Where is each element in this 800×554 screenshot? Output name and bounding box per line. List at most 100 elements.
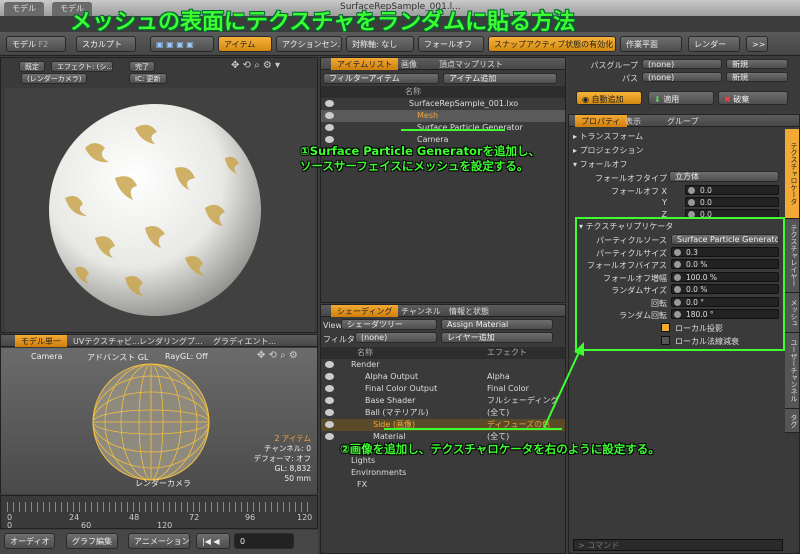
frame-field[interactable]: 0 [234,533,294,549]
section-falloff[interactable]: ▾ フォールオフ [573,159,628,171]
item-row-scene[interactable]: SurfaceRepSample_001.lxo [321,98,565,110]
window-tab-model[interactable]: モデル [4,2,44,16]
pass-dropdown[interactable]: (none) [642,72,722,82]
anim-dot-icon[interactable] [688,187,695,194]
tab-item-list[interactable]: アイテムリスト [331,58,399,70]
timeline-ruler[interactable] [7,502,313,512]
visibility-eye-icon[interactable] [325,421,334,428]
pass-group-new[interactable]: 新規 [726,59,788,69]
visibility-eye-icon[interactable] [325,385,334,392]
shader-row[interactable]: Environments [321,467,565,479]
anim-dot-icon[interactable] [674,311,681,318]
locator-field[interactable]: 0.0 ° [671,296,779,307]
camera-label[interactable]: Camera [31,352,62,361]
locator-field[interactable]: 0.3 [671,246,779,257]
visibility-eye-icon[interactable] [325,124,334,131]
visibility-eye-icon[interactable] [325,361,334,368]
anim-dot-icon[interactable] [688,199,695,206]
symmetry-button[interactable]: 対称軸: なし [346,36,414,52]
filter-items-dropdown[interactable]: フィルターアイテム [323,73,439,84]
visibility-eye-icon[interactable] [325,136,334,143]
tab-gradient[interactable]: グラディエント... [207,335,282,347]
visibility-eye-icon[interactable] [325,409,334,416]
visibility-eye-icon[interactable] [325,112,334,119]
discard-button[interactable]: ✖ 破棄 [718,91,788,105]
snap-button[interactable]: スナップアクティブ状態の有効化 [488,36,616,52]
render-canvas[interactable] [5,88,315,332]
section-texture-locator[interactable]: ▾ テクスチャリプリケータ [579,221,673,233]
shader-row[interactable]: Ball (マテリアル) (全て) [321,407,565,419]
falloff-type-dropdown[interactable]: 立方体 [669,171,779,182]
assign-material-button[interactable]: Assign Material [441,319,553,330]
tab-groups[interactable]: グループ [661,115,705,127]
visibility-eye-icon[interactable] [325,373,334,380]
visibility-eye-icon[interactable] [325,100,334,107]
auto-add-button[interactable]: ◉ 自動追加 [576,91,642,105]
item-row-particle-generator[interactable]: Surface Particle Generator [321,122,565,134]
item-row-mesh[interactable]: Mesh [321,110,565,122]
render-button[interactable]: レンダー [688,36,740,52]
shader-row[interactable]: Final Color Output Final Color [321,383,565,395]
section-projection[interactable]: ▸ プロジェクション [573,145,644,157]
render-camera-button[interactable]: (レンダーカメラ) [21,73,88,84]
anim-dot-icon[interactable] [674,248,681,256]
anim-dot-icon[interactable] [674,286,681,293]
effect-button[interactable]: エフェクト: (シ... [51,61,113,72]
tab-display[interactable]: 表示 [619,115,647,127]
anim-dot-icon[interactable] [674,261,681,268]
falloff-x-field[interactable]: 0.0 [685,185,779,195]
graph-editor-button[interactable]: グラフ編集 [66,533,118,549]
vtab-tags[interactable]: タグ [785,409,799,433]
local-proj-checkbox[interactable] [661,323,670,332]
wireframe-canvas[interactable]: Camera アドバンスト GL RayGL: Off ✥ ⟲ ⌕ ⚙ レンダー… [1,348,317,494]
filter-dropdown[interactable]: (none) [355,332,437,343]
locator-field[interactable]: 0.0 % [671,259,779,269]
sculpt-button[interactable]: スカルプト [76,36,136,52]
work-plane-button[interactable]: 作業平面 [620,36,682,52]
locator-field[interactable]: 180.0 ° [671,309,779,319]
visibility-eye-icon[interactable] [325,433,334,440]
model-button[interactable]: モデル F2 [6,36,66,52]
vtab-texture-locator[interactable]: テクスチャロケータ [785,129,799,219]
ic-update-button[interactable]: IC: 更新 [129,73,167,84]
viewport2-nav-icons[interactable]: ✥ ⟲ ⌕ ⚙ [257,350,298,361]
view-dropdown[interactable]: シェーダツリー [341,319,437,330]
shader-row[interactable]: Alpha Output Alpha [321,371,565,383]
more-button[interactable]: >> [746,36,768,52]
shader-row[interactable]: Render [321,359,565,371]
shader-row[interactable]: Base Shader フルシェーディング [321,395,565,407]
vtab-mesh[interactable]: メッシュ [785,293,799,333]
section-transform[interactable]: ▸ トランスフォーム [573,131,643,143]
selection-mode-icons[interactable]: ▣ ▣ ▣ ▣ [150,36,214,52]
tab-vertex-maps[interactable]: 頂点マップリスト [433,58,509,70]
pass-group-dropdown[interactable]: (none) [642,59,722,69]
timeline[interactable]: 0 24 48 72 96 120 0 60 120 [0,495,318,530]
apply-button[interactable]: ⬇ 適用 [648,91,714,105]
viewport-nav-icons[interactable]: ✥ ⟲ ⌕ ⚙ ▾ [231,60,280,71]
local-normal-checkbox[interactable] [661,336,670,345]
tab-channels[interactable]: チャンネル [395,305,447,317]
tab-render-preview[interactable]: レンダリングプ... [133,335,209,347]
locator-field[interactable]: 0.0 % [671,284,779,294]
locator-field[interactable]: 100.0 % [671,271,779,282]
done-button[interactable]: 完了 [129,61,155,72]
vtab-texture-layer[interactable]: テクスチャレイヤー [785,219,799,293]
action-center-button[interactable]: アクションセン... [276,36,342,52]
add-layer-dropdown[interactable]: レイヤー追加 [441,332,553,343]
add-item-dropdown[interactable]: アイテム追加 [443,73,557,84]
item-mode-button[interactable]: アイテム [218,36,272,52]
anim-dot-icon[interactable] [674,298,681,306]
tab-info[interactable]: 情報と状態 [443,305,495,317]
tab-shading[interactable]: シェーディング [331,305,399,317]
audio-button[interactable]: オーディオ [4,533,56,549]
falloff-y-field[interactable]: 0.0 [685,197,779,207]
preset-button[interactable]: 既定 [19,61,45,72]
particle-source-dropdown[interactable]: Surface Particle Generator [671,234,779,245]
tab-model-single[interactable]: モデル単一 [15,335,67,347]
falloff-button[interactable]: フォールオフ [418,36,484,52]
pass-new[interactable]: 新規 [726,72,788,82]
visibility-eye-icon[interactable] [325,397,334,404]
command-input[interactable]: > コマンド [573,539,783,551]
animation-dropdown[interactable]: アニメーション [128,533,190,549]
tab-images[interactable]: 画像 [395,58,423,70]
